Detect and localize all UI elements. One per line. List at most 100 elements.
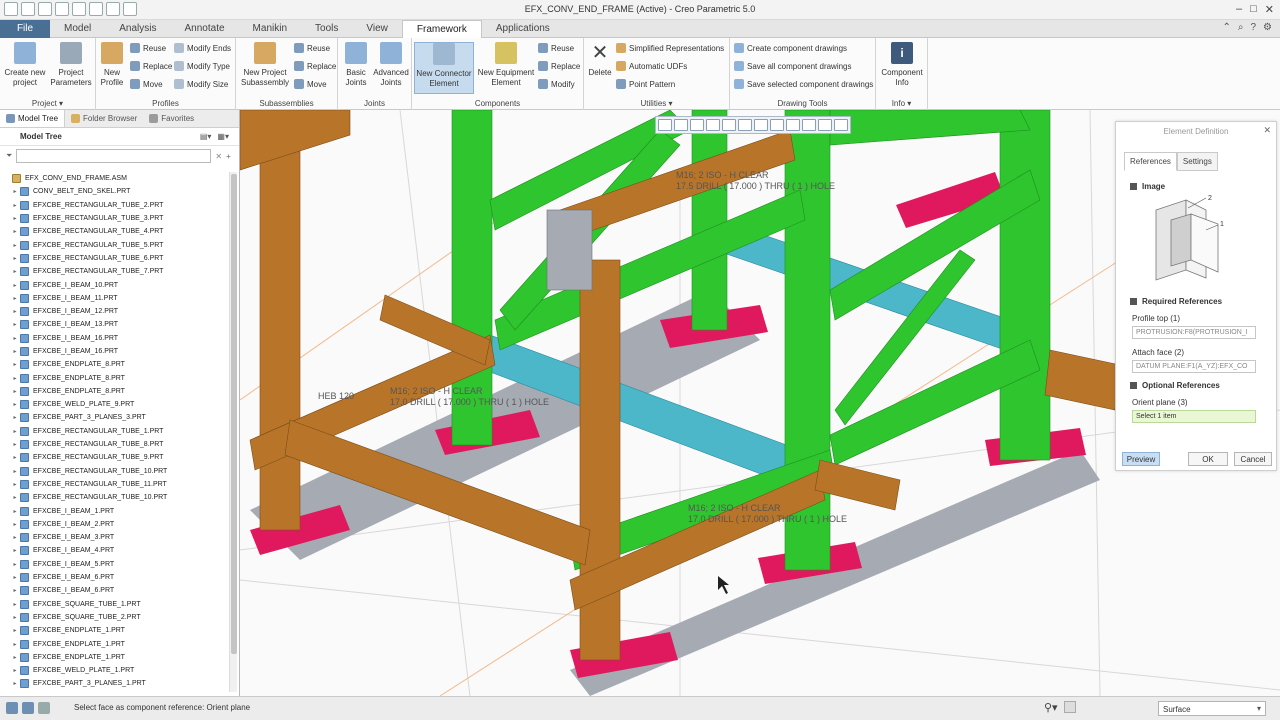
tree-item[interactable]: ▸ EFXCBE_RECTANGULAR_TUBE_10.PRT bbox=[0, 491, 228, 504]
expand-arrow-icon[interactable]: ▸ bbox=[10, 468, 20, 475]
profile-label[interactable]: HEB 120 bbox=[318, 391, 354, 401]
tree-item[interactable]: ▸ EFXCBE_RECTANGULAR_TUBE_9.PRT bbox=[0, 451, 228, 464]
tree-item[interactable]: ▸ EFXCBE_ENDPLATE_1.PRT bbox=[0, 624, 228, 637]
expand-arrow-icon[interactable]: ▸ bbox=[10, 321, 20, 328]
expand-arrow-icon[interactable]: ▸ bbox=[10, 401, 20, 408]
full-screen-icon[interactable] bbox=[38, 702, 50, 714]
expand-arrow-icon[interactable]: ▸ bbox=[10, 601, 20, 608]
ok-button[interactable]: OK bbox=[1188, 452, 1228, 466]
component-info-button[interactable]: i Component Info bbox=[879, 42, 925, 88]
tree-item[interactable]: ▸ EFXCBE_PART_3_PLANES_1.PRT bbox=[0, 677, 228, 690]
modify-size-button[interactable]: Modify Size bbox=[174, 77, 228, 91]
tree-item[interactable]: ▸ EFXCBE_WELD_PLATE_9.PRT bbox=[0, 398, 228, 411]
tree-search-input[interactable] bbox=[16, 149, 212, 163]
i-beam-column[interactable] bbox=[259, 119, 301, 531]
simplified-representations-button[interactable]: Simplified Representations bbox=[616, 41, 724, 55]
tree-item[interactable]: ▸ EFXCBE_I_BEAM_12.PRT bbox=[0, 305, 228, 318]
expand-arrow-icon[interactable]: ▸ bbox=[10, 188, 20, 195]
expand-arrow-icon[interactable]: ▸ bbox=[10, 308, 20, 315]
orient-plane-field[interactable]: Select 1 item bbox=[1132, 410, 1256, 423]
expand-arrow-icon[interactable]: ▸ bbox=[10, 295, 20, 302]
tab-references[interactable]: References bbox=[1124, 152, 1177, 171]
attach-face-field[interactable]: DATUM PLANE:F1(A_YZ):EFX_CO bbox=[1132, 360, 1256, 373]
basic-joints-button[interactable]: Basic Joints bbox=[340, 42, 372, 88]
delete-button[interactable]: ✕ Delete bbox=[586, 42, 614, 78]
expand-arrow-icon[interactable]: ▸ bbox=[10, 667, 20, 674]
tree-item[interactable]: ▸ EFXCBE_RECTANGULAR_TUBE_10.PRT bbox=[0, 465, 228, 478]
hole-annotation[interactable]: M16; 2 ISO - H CLEAR bbox=[390, 386, 483, 396]
tab-favorites[interactable]: Favorites bbox=[143, 110, 200, 127]
expand-arrow-icon[interactable]: ▸ bbox=[10, 587, 20, 594]
tab-analysis[interactable]: Analysis bbox=[105, 20, 170, 38]
selected-items-icon[interactable] bbox=[1063, 701, 1076, 713]
expand-arrow-icon[interactable]: ▸ bbox=[10, 441, 20, 448]
annotation-display-icon[interactable] bbox=[802, 119, 816, 131]
new-equipment-element-button[interactable]: New Equipment Element bbox=[476, 42, 536, 88]
tree-item[interactable]: ▸ EFXCBE_I_BEAM_10.PRT bbox=[0, 278, 228, 291]
saved-orientations-icon[interactable] bbox=[738, 119, 752, 131]
expand-arrow-icon[interactable]: ▸ bbox=[10, 428, 20, 435]
new-connector-element-button[interactable]: New Connector Element bbox=[414, 42, 474, 94]
scroll-thumb[interactable] bbox=[231, 174, 237, 654]
reuse-subassembly-button[interactable]: Reuse bbox=[294, 41, 330, 55]
search-icon[interactable]: ⌕ bbox=[1238, 22, 1244, 33]
profile-top-field[interactable]: PROTRUSION:F8(PROTRUSION_I bbox=[1132, 326, 1256, 339]
tab-tools[interactable]: Tools bbox=[301, 20, 352, 38]
help-icon[interactable]: ? bbox=[1250, 22, 1256, 33]
expand-arrow-icon[interactable]: ▸ bbox=[10, 534, 20, 541]
tree-item[interactable]: ▸ EFXCBE_SQUARE_TUBE_2.PRT bbox=[0, 611, 228, 624]
preview-button[interactable]: Preview bbox=[1122, 452, 1160, 466]
tree-item[interactable]: ▸ EFXCBE_RECTANGULAR_TUBE_8.PRT bbox=[0, 438, 228, 451]
tree-item[interactable]: ▸ EFXCBE_I_BEAM_4.PRT bbox=[0, 544, 228, 557]
replace-profile-button[interactable]: Replace bbox=[130, 59, 172, 73]
tree-item[interactable]: ▸ EFXCBE_I_BEAM_5.PRT bbox=[0, 558, 228, 571]
minimize-button[interactable]: – bbox=[1236, 3, 1242, 16]
hole-annotation[interactable]: 17.0 DRILL ( 17.000 ) THRU ( 1 ) HOLE bbox=[688, 514, 847, 524]
expand-arrow-icon[interactable]: ▸ bbox=[10, 454, 20, 461]
tree-item[interactable]: ▸ CONV_BELT_END_SKEL.PRT bbox=[0, 185, 228, 198]
tree-item[interactable]: ▸ EFXCBE_RECTANGULAR_TUBE_7.PRT bbox=[0, 265, 228, 278]
tree-item[interactable]: ▸ EFXCBE_RECTANGULAR_TUBE_2.PRT bbox=[0, 199, 228, 212]
hole-annotation[interactable]: M16; 2 ISO - H CLEAR bbox=[688, 503, 781, 513]
datum-display-icon[interactable] bbox=[786, 119, 800, 131]
show-browser-icon[interactable] bbox=[22, 702, 34, 714]
move-profile-button[interactable]: Move bbox=[130, 77, 163, 91]
group-title[interactable]: Utilities ▾ bbox=[584, 99, 729, 108]
modify-type-button[interactable]: Modify Type bbox=[174, 59, 230, 73]
tree-item[interactable]: ▸ EFXCBE_I_BEAM_16.PRT bbox=[0, 345, 228, 358]
reuse-component-button[interactable]: Reuse bbox=[538, 41, 574, 55]
expand-arrow-icon[interactable]: ▸ bbox=[10, 228, 20, 235]
tree-item[interactable]: ▸ EFXCBE_ENDPLATE_8.PRT bbox=[0, 385, 228, 398]
green-column[interactable] bbox=[691, 110, 728, 331]
tab-file[interactable]: File bbox=[0, 20, 50, 38]
zoom-in-icon[interactable] bbox=[674, 119, 688, 131]
refit-icon[interactable] bbox=[658, 119, 672, 131]
save-selected-component-drawings-button[interactable]: Save selected component drawings bbox=[734, 77, 873, 91]
close-icon[interactable]: ✕ bbox=[1263, 125, 1271, 136]
new-project-subassembly-button[interactable]: New Project Subassembly bbox=[240, 42, 290, 88]
cancel-button[interactable]: Cancel bbox=[1234, 452, 1272, 466]
clear-filter-icon[interactable]: ✕ bbox=[215, 152, 222, 161]
expand-arrow-icon[interactable]: ▸ bbox=[10, 508, 20, 515]
project-parameters-button[interactable]: Project Parameters bbox=[48, 42, 94, 88]
tab-model-tree[interactable]: Model Tree bbox=[0, 110, 66, 127]
zoom-out-icon[interactable] bbox=[690, 119, 704, 131]
tab-view[interactable]: View bbox=[352, 20, 402, 38]
tree-item[interactable]: ▸ EFXCBE_RECTANGULAR_TUBE_1.PRT bbox=[0, 425, 228, 438]
i-beam-stub[interactable] bbox=[1044, 349, 1121, 411]
expand-arrow-icon[interactable]: ▸ bbox=[10, 361, 20, 368]
tree-item[interactable]: ▸ EFXCBE_SQUARE_TUBE_1.PRT bbox=[0, 598, 228, 611]
tree-item[interactable]: ▸ EFXCBE_I_BEAM_3.PRT bbox=[0, 531, 228, 544]
expand-arrow-icon[interactable]: ▸ bbox=[10, 481, 20, 488]
tree-item[interactable]: ▸ EFXCBE_RECTANGULAR_TUBE_3.PRT bbox=[0, 212, 228, 225]
tree-item[interactable]: ▸ EFXCBE_RECTANGULAR_TUBE_4.PRT bbox=[0, 225, 228, 238]
view-manager-icon[interactable] bbox=[754, 119, 768, 131]
spin-center-icon[interactable] bbox=[818, 119, 832, 131]
hole-annotation[interactable]: 17.0 DRILL ( 17.000 ) THRU ( 1 ) HOLE bbox=[390, 397, 549, 407]
modify-component-button[interactable]: Modify bbox=[538, 77, 575, 91]
expand-arrow-icon[interactable]: ▸ bbox=[10, 255, 20, 262]
appearance-icon[interactable] bbox=[834, 119, 848, 131]
new-profile-button[interactable]: New Profile bbox=[96, 42, 128, 88]
selection-filter[interactable]: Surface ▾ bbox=[1158, 701, 1266, 716]
tab-annotate[interactable]: Annotate bbox=[171, 20, 239, 38]
